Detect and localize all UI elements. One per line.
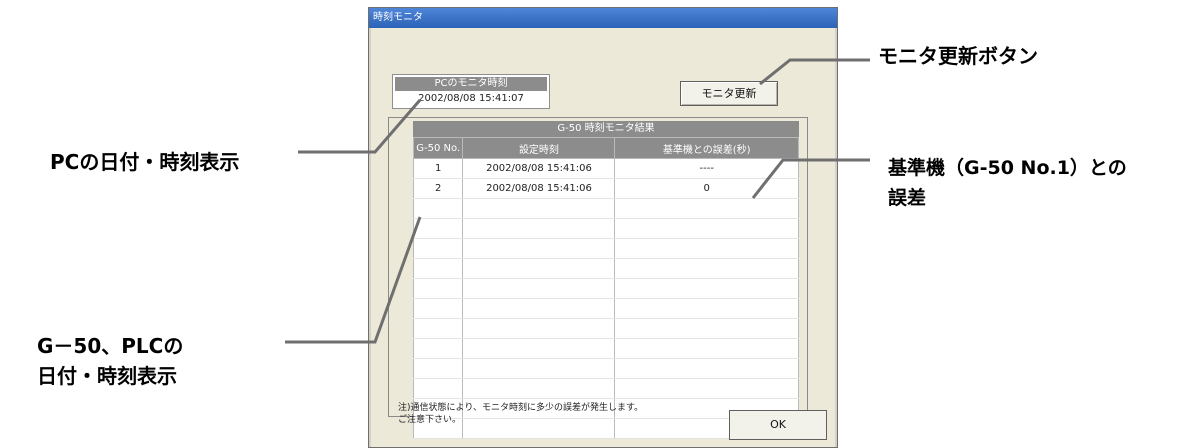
callout-line-pc — [298, 99, 422, 154]
callout-label-g50-line2: 日付・時刻表示 — [37, 364, 177, 388]
callout-label-reference-line2: 誤差 — [888, 187, 927, 209]
callout-line-reference — [751, 158, 870, 199]
callout-label-reference-line1: 基準機（G-50 No.1）との — [888, 157, 1127, 179]
callout-line-g50 — [285, 216, 422, 344]
callout-label-g50-line1: G－50、PLCの — [37, 334, 184, 358]
callout-line-update — [759, 58, 870, 86]
callout-label-update-button: モニタ更新ボタン — [878, 44, 1038, 68]
callout-label-pc-time: PCの日付・時刻表示 — [50, 150, 240, 174]
